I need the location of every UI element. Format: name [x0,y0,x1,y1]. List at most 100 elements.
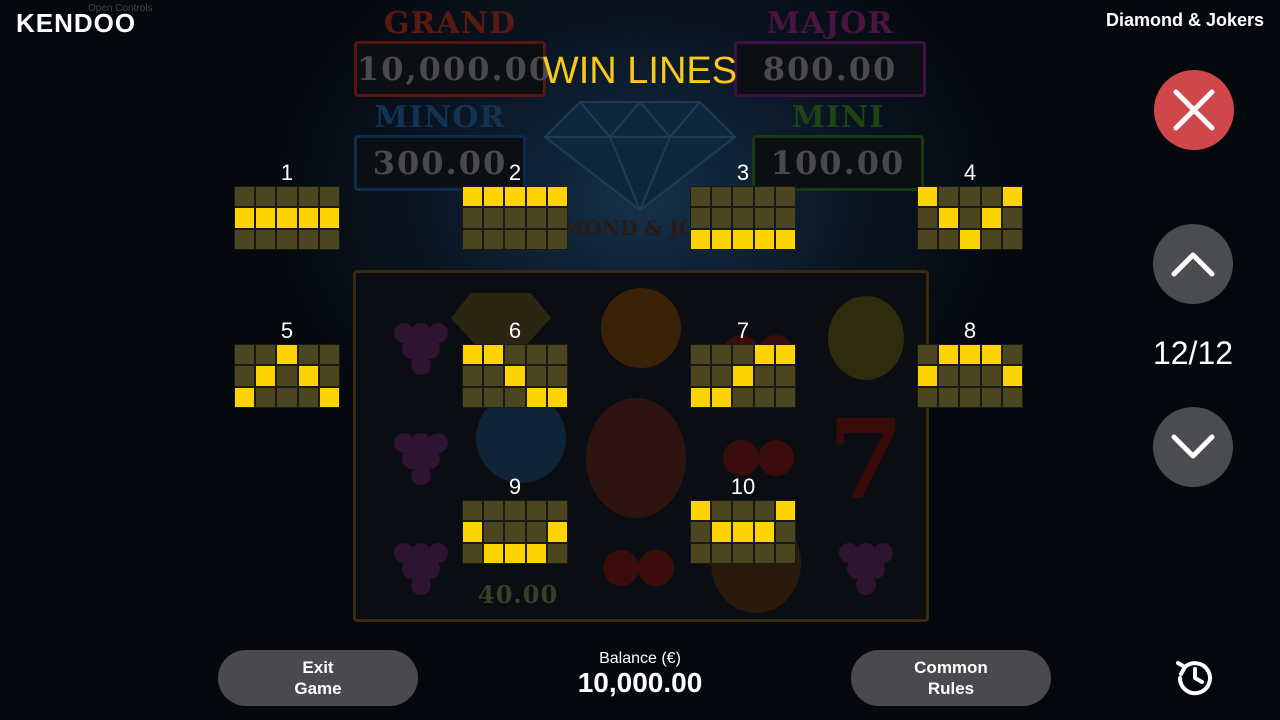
payline-cell [918,387,938,407]
payline-cell [691,345,711,365]
payline-cell [235,187,255,207]
payline-cell [235,345,255,365]
payline-cell-active [298,208,318,228]
payline-cell [775,522,795,542]
payline-cell [547,366,567,386]
payline-cell [298,229,318,249]
payline-cell [960,387,980,407]
payline-cell [691,208,711,228]
cherries-icon [603,550,674,586]
exit-game-label-line1: Exit [302,658,334,677]
payline-cell [691,543,711,563]
payline-cell [754,501,774,521]
page-indicator: 12/12 [1152,335,1234,371]
payline-cell [712,501,732,521]
reels-frame: 7 [353,270,929,622]
payline-cell-active [733,229,753,249]
payline-cell [235,366,255,386]
payline-cell [712,208,732,228]
payline-cell [918,208,938,228]
payline-cell [484,387,504,407]
payline-cell-active [463,187,483,207]
common-rules-label-line2: Rules [927,679,975,698]
payline-cell-active [712,522,732,542]
win-line-grid [462,186,568,250]
payline-cell [918,345,938,365]
payline-cell-active [526,543,546,563]
win-line-number: 5 [280,318,294,343]
payline-cell-active [484,187,504,207]
payline-cell-active [319,387,339,407]
payline-cell-active [733,522,753,542]
payline-cell [547,543,567,563]
payline-cell [463,543,483,563]
balance-value: 10,000.00 [577,667,703,698]
payline-cell [1002,345,1022,365]
payline-cell [939,366,959,386]
payline-cell [484,522,504,542]
win-line-number: 7 [736,318,750,343]
payline-cell-active [691,229,711,249]
payline-cell [691,187,711,207]
payline-cell [319,345,339,365]
jackpot-name: MINI [791,100,885,135]
payline-cell [775,387,795,407]
joker-icon [586,398,686,518]
payline-cell-active [754,522,774,542]
chevron-up-icon [1171,252,1215,277]
payline-cell [298,387,318,407]
page-up-button[interactable] [1153,224,1233,304]
payline-cell [319,229,339,249]
payline-cell [1002,229,1022,249]
common-rules-button[interactable]: Common Rules [851,650,1051,706]
payline-cell-active [981,345,1001,365]
history-button[interactable] [1172,655,1218,701]
payline-cell [484,208,504,228]
payline-cell-active [526,187,546,207]
history-icon [1176,661,1212,696]
payline-cell [298,187,318,207]
payline-cell [754,208,774,228]
open-controls-link[interactable]: Open Controls [88,3,152,14]
payline-cell-active [298,366,318,386]
close-button[interactable] [1154,70,1234,150]
win-line-8: 8 [917,318,1023,408]
orange-icon [601,288,681,368]
payline-cell [691,522,711,542]
payline-cell [505,387,525,407]
win-line-1: 1 [234,160,340,250]
payline-cell [547,345,567,365]
payline-cell-active [733,366,753,386]
payline-cell-active [712,229,732,249]
payline-cell [526,366,546,386]
payline-cell [712,366,732,386]
grapes-icon [394,323,448,375]
win-line-6: 6 [462,318,568,408]
seven-icon: 7 [828,395,905,524]
payline-cell [939,229,959,249]
payline-cell-active [712,387,732,407]
win-line-grid [234,344,340,408]
payline-cell [733,208,753,228]
page-down-button[interactable] [1153,407,1233,487]
payline-cell [277,187,297,207]
payline-cell [463,208,483,228]
payline-cell-active [256,366,276,386]
payline-cell [775,366,795,386]
exit-game-button[interactable]: Exit Game [218,650,418,706]
payline-cell-active [463,522,483,542]
payline-cell [691,366,711,386]
payline-cell [463,387,483,407]
cherries-icon [723,440,794,476]
payline-cell-active [256,208,276,228]
payline-cell-active [1002,187,1022,207]
payline-cell [298,345,318,365]
payline-cell [981,187,1001,207]
payline-cell-active [463,345,483,365]
reel-symbols: 7 [394,288,905,613]
win-line-9: 9 [462,474,568,564]
win-line-7: 7 [690,318,796,408]
win-line-number: 8 [963,318,977,343]
payline-cell [712,187,732,207]
jackpot-name: GRAND [383,6,517,41]
